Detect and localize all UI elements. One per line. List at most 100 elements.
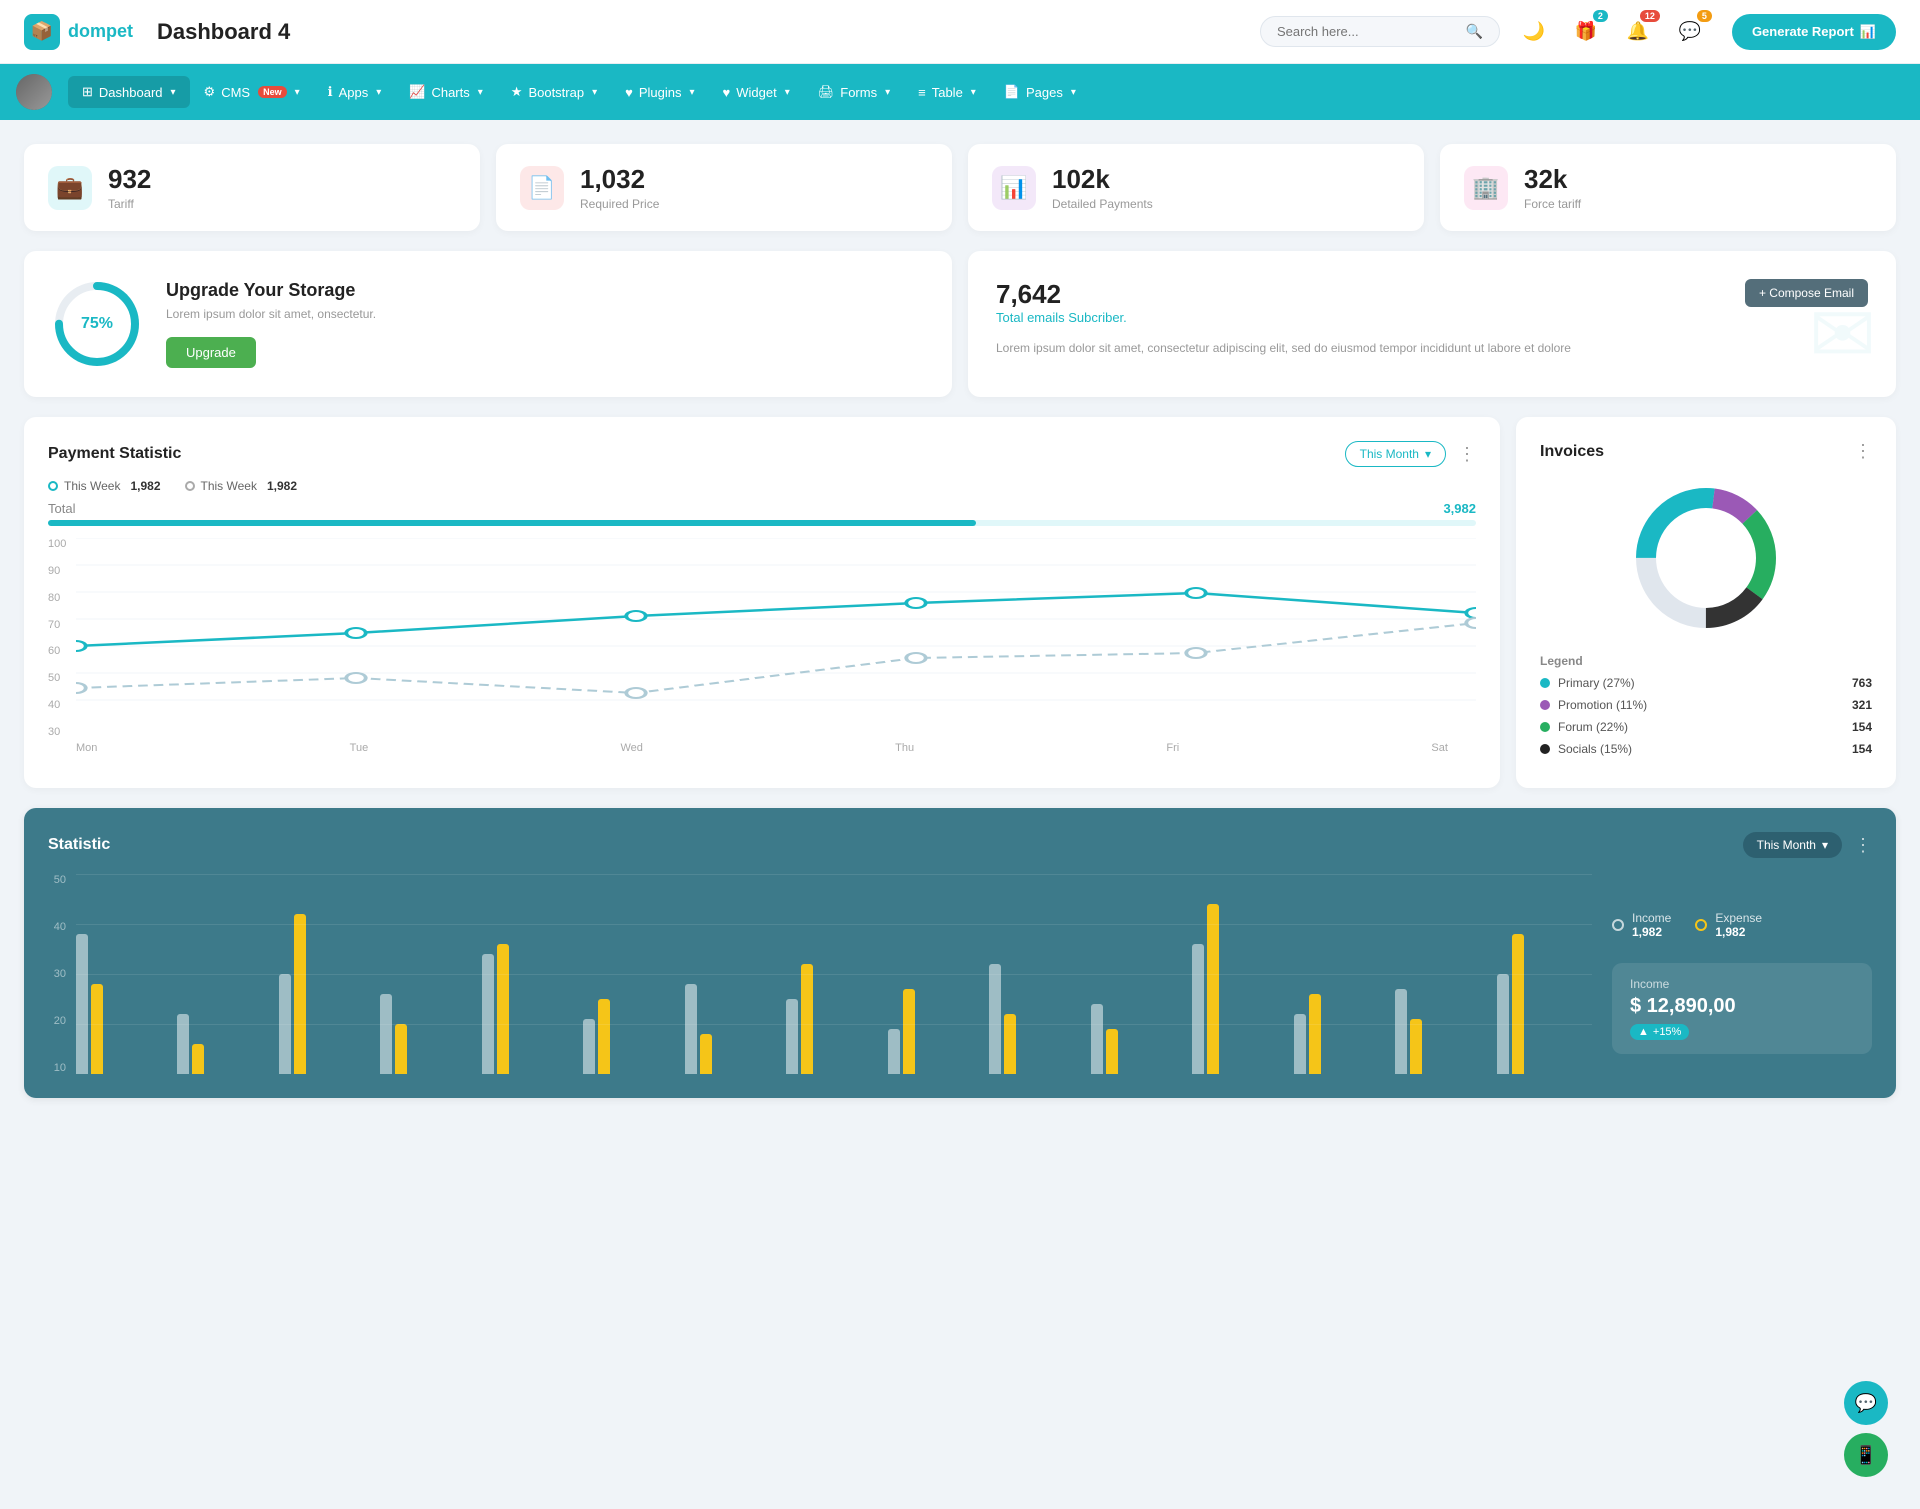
primary-label: Primary (27%) bbox=[1558, 676, 1635, 690]
moon-icon[interactable]: 🌙 bbox=[1516, 14, 1552, 50]
legend-dot-1 bbox=[48, 481, 58, 491]
search-input[interactable] bbox=[1277, 24, 1458, 39]
logo-icon: 📦 bbox=[24, 14, 60, 50]
bar-yellow bbox=[192, 1044, 204, 1074]
payment-header: Payment Statistic This Month ▾ ⋮ bbox=[48, 441, 1476, 467]
bar-group bbox=[1395, 989, 1490, 1074]
chevron-icon: ▾ bbox=[295, 87, 300, 98]
nav-pages[interactable]: 📄 Pages ▾ bbox=[990, 76, 1090, 108]
bootstrap-icon: ★ bbox=[511, 84, 523, 100]
bar-yellow bbox=[395, 1024, 407, 1074]
price-icon: 📄 bbox=[520, 166, 564, 210]
more-options-button[interactable]: ⋮ bbox=[1458, 444, 1476, 465]
nav-table[interactable]: ≡ Table ▾ bbox=[904, 77, 990, 108]
storage-desc: Lorem ipsum dolor sit amet, onsectetur. bbox=[166, 307, 376, 321]
logo-text: dompet bbox=[68, 21, 133, 42]
stat-card-force: 🏢 32k Force tariff bbox=[1440, 144, 1896, 231]
bar-group bbox=[380, 994, 475, 1074]
nav-forms[interactable]: 🖨 Forms ▾ bbox=[804, 76, 904, 108]
nav-plugins[interactable]: ♥ Plugins ▾ bbox=[611, 77, 708, 108]
cms-icon: ⚙ bbox=[204, 84, 216, 100]
bar-yellow bbox=[294, 914, 306, 1074]
nav-widget[interactable]: ♥ Widget ▾ bbox=[709, 77, 804, 108]
expense-dot bbox=[1695, 919, 1707, 931]
statistic-header: Statistic This Month ▾ ⋮ bbox=[48, 832, 1872, 858]
legend-item-forum: Forum (22%) bbox=[1540, 720, 1852, 734]
bar-group bbox=[482, 944, 577, 1074]
nav-plugins-label: Plugins bbox=[639, 85, 682, 100]
storage-info: Upgrade Your Storage Lorem ipsum dolor s… bbox=[166, 280, 376, 368]
email-count: 7,642 bbox=[996, 279, 1127, 310]
nav-bootstrap[interactable]: ★ Bootstrap ▾ bbox=[497, 76, 611, 108]
nav-cms[interactable]: ⚙ CMS New ▾ bbox=[190, 76, 314, 108]
socials-label: Socials (15%) bbox=[1558, 742, 1632, 756]
invoices-legend-list: Primary (27%) 763 Promotion (11%) 321 bbox=[1540, 676, 1872, 756]
page-title: Dashboard 4 bbox=[157, 19, 1260, 45]
income-box: Income $ 12,890,00 ▲ +15% bbox=[1612, 963, 1872, 1054]
this-month-label: This Month bbox=[1360, 447, 1419, 461]
payment-card: Payment Statistic This Month ▾ ⋮ This We… bbox=[24, 417, 1500, 788]
payment-filter: This Month ▾ ⋮ bbox=[1345, 441, 1476, 467]
gift-icon[interactable]: 🎁 2 bbox=[1568, 14, 1604, 50]
bar-chart-area: 50 40 30 20 10 bbox=[48, 874, 1592, 1074]
nav-forms-label: Forms bbox=[840, 85, 877, 100]
legend-val-1: 1,982 bbox=[130, 479, 160, 493]
chevron-icon: ▾ bbox=[785, 87, 790, 98]
main-content: 💼 932 Tariff 📄 1,032 Required Price 📊 10… bbox=[0, 120, 1920, 1122]
chevron-icon: ▾ bbox=[689, 87, 694, 98]
chart-x-labels: Mon Tue Wed Thu Fri Sat bbox=[48, 738, 1476, 754]
nav-charts[interactable]: 📈 Charts ▾ bbox=[395, 76, 497, 108]
email-info: 7,642 Total emails Subcriber. bbox=[996, 279, 1127, 333]
email-desc: Lorem ipsum dolor sit amet, consectetur … bbox=[996, 339, 1868, 358]
promotion-dot bbox=[1540, 700, 1550, 710]
legend-heading: Legend bbox=[1540, 654, 1872, 668]
whatsapp-fab-button[interactable]: 📱 bbox=[1844, 1433, 1888, 1477]
chat-icon[interactable]: 💬 5 bbox=[1672, 14, 1708, 50]
nav-dashboard[interactable]: ⊞ Dashboard ▾ bbox=[68, 76, 190, 108]
generate-report-button[interactable]: Generate Report 📊 bbox=[1732, 14, 1896, 50]
stat-card-tariff: 💼 932 Tariff bbox=[24, 144, 480, 231]
bar-yellow bbox=[1004, 1014, 1016, 1074]
email-bg-icon: ✉ bbox=[1809, 288, 1876, 381]
statistic-month-label: This Month bbox=[1757, 838, 1816, 852]
chevron-down-icon: ▾ bbox=[1822, 838, 1828, 852]
support-fab-button[interactable]: 💬 bbox=[1844, 1381, 1888, 1425]
tariff-value: 932 bbox=[108, 164, 151, 195]
statistic-month-button[interactable]: This Month ▾ bbox=[1743, 832, 1842, 858]
chart-icon: 📊 bbox=[1860, 24, 1876, 40]
avatar bbox=[16, 74, 52, 110]
search-box: 🔍 bbox=[1260, 16, 1500, 47]
upgrade-button[interactable]: Upgrade bbox=[166, 337, 256, 368]
nav-apps[interactable]: ℹ Apps ▾ bbox=[314, 76, 396, 108]
chevron-icon: ▾ bbox=[592, 87, 597, 98]
legend-list-item: Promotion (11%) 321 bbox=[1540, 698, 1872, 712]
bar-white bbox=[1497, 974, 1509, 1074]
email-card: 7,642 Total emails Subcriber. + Compose … bbox=[968, 251, 1896, 397]
invoices-more-button[interactable]: ⋮ bbox=[1854, 441, 1872, 462]
this-month-button[interactable]: This Month ▾ bbox=[1345, 441, 1446, 467]
chevron-icon: ▾ bbox=[885, 87, 890, 98]
search-icon[interactable]: 🔍 bbox=[1466, 23, 1483, 40]
bell-badge: 12 bbox=[1640, 10, 1660, 22]
statistic-more-button[interactable]: ⋮ bbox=[1854, 835, 1872, 856]
bar-white bbox=[380, 994, 392, 1074]
donut-svg bbox=[1626, 478, 1786, 638]
progress-bar bbox=[48, 520, 1476, 526]
bar-white bbox=[177, 1014, 189, 1074]
chart-layout: 50 40 30 20 10 bbox=[48, 874, 1592, 1074]
stat-card-payments: 📊 102k Detailed Payments bbox=[968, 144, 1424, 231]
bar-group bbox=[583, 999, 678, 1074]
legend-item-1: This Week 1,982 bbox=[48, 479, 161, 493]
legend-label-2: This Week bbox=[201, 479, 257, 493]
stat-cards-grid: 💼 932 Tariff 📄 1,032 Required Price 📊 10… bbox=[24, 144, 1896, 231]
storage-progress: 75% bbox=[52, 279, 142, 369]
income-legend-text: Income 1,982 bbox=[1632, 911, 1671, 939]
statistic-controls: This Month ▾ ⋮ bbox=[1743, 832, 1872, 858]
bell-icon[interactable]: 🔔 12 bbox=[1620, 14, 1656, 50]
email-subtitle: Total emails Subcriber. bbox=[996, 310, 1127, 325]
expense-label: Expense bbox=[1715, 911, 1762, 925]
chat-badge: 5 bbox=[1697, 10, 1712, 22]
table-icon: ≡ bbox=[918, 85, 926, 100]
fab-container: 💬 📱 bbox=[1844, 1381, 1888, 1477]
income-label: Income bbox=[1632, 911, 1671, 925]
